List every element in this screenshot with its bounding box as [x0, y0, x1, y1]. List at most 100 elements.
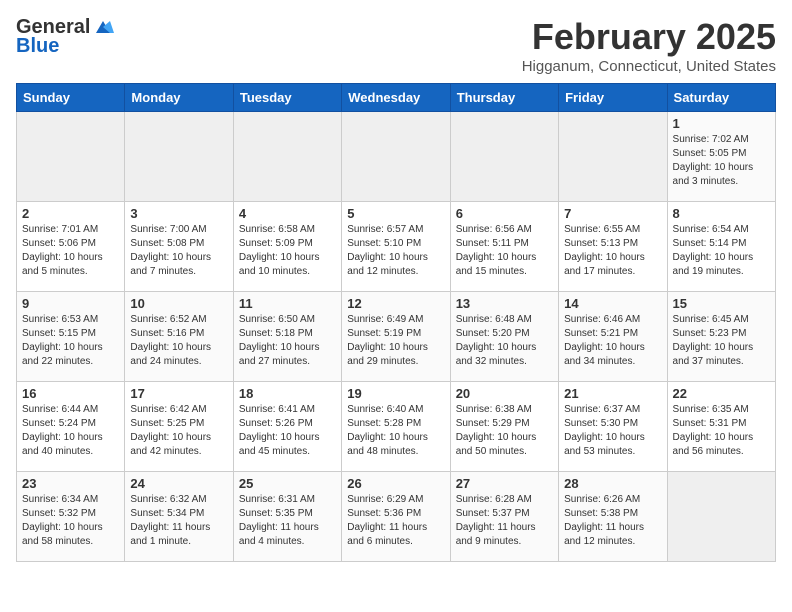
- day-info: Sunrise: 6:58 AM Sunset: 5:09 PM Dayligh…: [239, 223, 336, 279]
- calendar-cell: 28 Sunrise: 6:26 AM Sunset: 5:38 PM Dayli…: [559, 472, 667, 562]
- month-title: February 2025: [522, 16, 776, 58]
- calendar-cell: 18 Sunrise: 6:41 AM Sunset: 5:26 PM Dayli…: [233, 382, 341, 472]
- calendar-cell: [450, 112, 558, 202]
- day-info: Sunrise: 7:01 AM Sunset: 5:06 PM Dayligh…: [22, 223, 119, 279]
- calendar-cell: 1 Sunrise: 7:02 AM Sunset: 5:05 PM Daylig…: [667, 112, 775, 202]
- calendar-cell: 16 Sunrise: 6:44 AM Sunset: 5:24 PM Dayli…: [17, 382, 125, 472]
- day-number: 13: [456, 296, 553, 311]
- day-info: Sunrise: 6:52 AM Sunset: 5:16 PM Dayligh…: [130, 313, 227, 369]
- day-info: Sunrise: 6:37 AM Sunset: 5:30 PM Dayligh…: [564, 403, 661, 459]
- day-info: Sunrise: 6:28 AM Sunset: 5:37 PM Dayligh…: [456, 493, 553, 549]
- day-number: 10: [130, 296, 227, 311]
- day-number: 6: [456, 206, 553, 221]
- day-number: 22: [673, 386, 770, 401]
- calendar-cell: 24 Sunrise: 6:32 AM Sunset: 5:34 PM Dayli…: [125, 472, 233, 562]
- day-number: 7: [564, 206, 661, 221]
- day-info: Sunrise: 6:50 AM Sunset: 5:18 PM Dayligh…: [239, 313, 336, 369]
- day-info: Sunrise: 6:57 AM Sunset: 5:10 PM Dayligh…: [347, 223, 444, 279]
- weekday-header: Thursday: [450, 84, 558, 112]
- day-number: 17: [130, 386, 227, 401]
- day-number: 24: [130, 476, 227, 491]
- day-info: Sunrise: 6:34 AM Sunset: 5:32 PM Dayligh…: [22, 493, 119, 549]
- calendar-cell: 25 Sunrise: 6:31 AM Sunset: 5:35 PM Dayli…: [233, 472, 341, 562]
- calendar-cell: 14 Sunrise: 6:46 AM Sunset: 5:21 PM Dayli…: [559, 292, 667, 382]
- calendar-cell: 9 Sunrise: 6:53 AM Sunset: 5:15 PM Daylig…: [17, 292, 125, 382]
- day-info: Sunrise: 6:32 AM Sunset: 5:34 PM Dayligh…: [130, 493, 227, 549]
- weekday-header: Tuesday: [233, 84, 341, 112]
- logo: General Blue: [16, 16, 116, 58]
- calendar-cell: 17 Sunrise: 6:42 AM Sunset: 5:25 PM Dayli…: [125, 382, 233, 472]
- calendar-cell: 15Sunrise: 6:45 AM Sunset: 5:23 PM Dayli…: [667, 292, 775, 382]
- logo-blue: Blue: [16, 35, 59, 58]
- calendar-cell: 23 Sunrise: 6:34 AM Sunset: 5:32 PM Dayli…: [17, 472, 125, 562]
- calendar-cell: [559, 112, 667, 202]
- day-info: Sunrise: 6:56 AM Sunset: 5:11 PM Dayligh…: [456, 223, 553, 279]
- day-info: Sunrise: 6:48 AM Sunset: 5:20 PM Dayligh…: [456, 313, 553, 369]
- calendar-cell: 4 Sunrise: 6:58 AM Sunset: 5:09 PM Daylig…: [233, 202, 341, 292]
- day-number: 11: [239, 296, 336, 311]
- day-number: 27: [456, 476, 553, 491]
- weekday-header: Sunday: [17, 84, 125, 112]
- calendar-cell: 22 Sunrise: 6:35 AM Sunset: 5:31 PM Dayli…: [667, 382, 775, 472]
- calendar: SundayMondayTuesdayWednesdayThursdayFrid…: [16, 83, 776, 562]
- weekday-header: Saturday: [667, 84, 775, 112]
- calendar-cell: 12 Sunrise: 6:49 AM Sunset: 5:19 PM Dayli…: [342, 292, 450, 382]
- calendar-cell: 5 Sunrise: 6:57 AM Sunset: 5:10 PM Daylig…: [342, 202, 450, 292]
- weekday-header: Friday: [559, 84, 667, 112]
- day-info: Sunrise: 7:02 AM Sunset: 5:05 PM Dayligh…: [673, 133, 770, 189]
- day-number: 16: [22, 386, 119, 401]
- calendar-cell: 7 Sunrise: 6:55 AM Sunset: 5:13 PM Daylig…: [559, 202, 667, 292]
- day-number: 12: [347, 296, 444, 311]
- calendar-cell: 19 Sunrise: 6:40 AM Sunset: 5:28 PM Dayli…: [342, 382, 450, 472]
- header: General Blue February 2025 Higganum, Con…: [16, 16, 776, 75]
- calendar-cell: 20Sunrise: 6:38 AM Sunset: 5:29 PM Dayli…: [450, 382, 558, 472]
- day-number: 18: [239, 386, 336, 401]
- day-info: Sunrise: 6:40 AM Sunset: 5:28 PM Dayligh…: [347, 403, 444, 459]
- day-info: Sunrise: 6:45 AM Sunset: 5:23 PM Dayligh…: [673, 313, 770, 369]
- logo-icon: [92, 19, 114, 37]
- day-number: 4: [239, 206, 336, 221]
- day-number: 26: [347, 476, 444, 491]
- calendar-cell: 27 Sunrise: 6:28 AM Sunset: 5:37 PM Dayli…: [450, 472, 558, 562]
- day-number: 8: [673, 206, 770, 221]
- weekday-header: Wednesday: [342, 84, 450, 112]
- calendar-cell: [125, 112, 233, 202]
- day-info: Sunrise: 6:46 AM Sunset: 5:21 PM Dayligh…: [564, 313, 661, 369]
- calendar-cell: [17, 112, 125, 202]
- calendar-cell: 2 Sunrise: 7:01 AM Sunset: 5:06 PM Daylig…: [17, 202, 125, 292]
- day-info: Sunrise: 6:35 AM Sunset: 5:31 PM Dayligh…: [673, 403, 770, 459]
- day-number: 1: [673, 116, 770, 131]
- day-info: Sunrise: 6:31 AM Sunset: 5:35 PM Dayligh…: [239, 493, 336, 549]
- weekday-header: Monday: [125, 84, 233, 112]
- calendar-cell: [233, 112, 341, 202]
- day-info: Sunrise: 6:44 AM Sunset: 5:24 PM Dayligh…: [22, 403, 119, 459]
- calendar-cell: 26Sunrise: 6:29 AM Sunset: 5:36 PM Dayli…: [342, 472, 450, 562]
- day-number: 14: [564, 296, 661, 311]
- day-number: 3: [130, 206, 227, 221]
- day-info: Sunrise: 7:00 AM Sunset: 5:08 PM Dayligh…: [130, 223, 227, 279]
- day-number: 5: [347, 206, 444, 221]
- calendar-cell: 6 Sunrise: 6:56 AM Sunset: 5:11 PM Daylig…: [450, 202, 558, 292]
- day-number: 21: [564, 386, 661, 401]
- calendar-cell: [667, 472, 775, 562]
- day-info: Sunrise: 6:26 AM Sunset: 5:38 PM Dayligh…: [564, 493, 661, 549]
- day-number: 20: [456, 386, 553, 401]
- calendar-cell: [342, 112, 450, 202]
- calendar-cell: 8 Sunrise: 6:54 AM Sunset: 5:14 PM Daylig…: [667, 202, 775, 292]
- calendar-cell: 3 Sunrise: 7:00 AM Sunset: 5:08 PM Daylig…: [125, 202, 233, 292]
- day-info: Sunrise: 6:55 AM Sunset: 5:13 PM Dayligh…: [564, 223, 661, 279]
- day-info: Sunrise: 6:54 AM Sunset: 5:14 PM Dayligh…: [673, 223, 770, 279]
- day-number: 25: [239, 476, 336, 491]
- day-number: 19: [347, 386, 444, 401]
- day-number: 2: [22, 206, 119, 221]
- calendar-cell: 21 Sunrise: 6:37 AM Sunset: 5:30 PM Dayli…: [559, 382, 667, 472]
- day-info: Sunrise: 6:42 AM Sunset: 5:25 PM Dayligh…: [130, 403, 227, 459]
- title-area: February 2025 Higganum, Connecticut, Uni…: [522, 16, 776, 75]
- day-info: Sunrise: 6:49 AM Sunset: 5:19 PM Dayligh…: [347, 313, 444, 369]
- day-number: 9: [22, 296, 119, 311]
- day-number: 28: [564, 476, 661, 491]
- calendar-cell: 10 Sunrise: 6:52 AM Sunset: 5:16 PM Dayli…: [125, 292, 233, 382]
- day-number: 23: [22, 476, 119, 491]
- day-info: Sunrise: 6:53 AM Sunset: 5:15 PM Dayligh…: [22, 313, 119, 369]
- day-info: Sunrise: 6:41 AM Sunset: 5:26 PM Dayligh…: [239, 403, 336, 459]
